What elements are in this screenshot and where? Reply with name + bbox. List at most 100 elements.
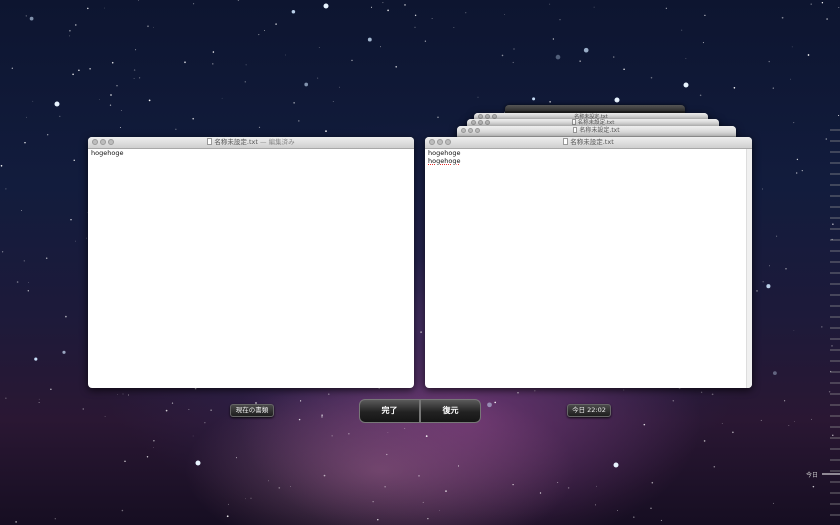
star	[278, 487, 281, 489]
star	[351, 59, 353, 62]
star	[124, 460, 126, 462]
star	[38, 402, 40, 404]
star	[117, 394, 118, 396]
star	[204, 422, 206, 424]
star	[623, 68, 625, 70]
time-machine-timeline[interactable]	[818, 0, 840, 525]
star	[431, 18, 433, 19]
star	[721, 423, 723, 424]
window-title-text: 名称未設定.txt	[570, 138, 614, 146]
window-titlebar[interactable]: 名称未設定.txt	[425, 137, 752, 149]
star	[732, 431, 734, 434]
star	[380, 46, 382, 48]
star	[59, 115, 61, 118]
star	[268, 480, 270, 482]
star	[45, 257, 48, 259]
restore-button[interactable]: 復元	[420, 399, 481, 423]
star	[702, 42, 704, 44]
star	[119, 127, 121, 129]
star	[685, 57, 687, 59]
star	[28, 281, 30, 283]
star	[793, 122, 795, 124]
star	[539, 492, 542, 494]
star	[116, 85, 118, 87]
star	[192, 435, 194, 437]
star	[796, 158, 799, 161]
document-line: hogehoge	[428, 149, 461, 157]
star	[781, 16, 784, 19]
star	[339, 86, 340, 88]
star	[762, 281, 764, 283]
star	[50, 388, 52, 390]
star	[756, 290, 758, 292]
star	[348, 433, 350, 435]
star	[377, 518, 379, 521]
backup-version-window[interactable]: 名称未設定.txt hogehoge hogehoge	[425, 137, 752, 388]
star	[552, 38, 555, 40]
star	[807, 54, 810, 56]
star	[559, 19, 561, 21]
bright-star	[683, 82, 689, 88]
star	[593, 6, 595, 8]
star	[250, 497, 252, 499]
star	[298, 418, 301, 421]
star	[766, 284, 771, 289]
star	[192, 117, 195, 120]
star	[111, 61, 114, 64]
star	[504, 14, 506, 15]
star	[595, 504, 596, 506]
star	[796, 172, 798, 174]
star	[146, 456, 149, 458]
star	[404, 4, 406, 6]
window-titlebar[interactable]: 名称未設定.txt — 編集済み	[88, 137, 414, 149]
star	[62, 350, 66, 354]
star	[54, 518, 56, 520]
star	[82, 408, 84, 410]
window-title: 名称未設定.txt	[457, 126, 736, 136]
star	[70, 219, 72, 221]
document-text-area[interactable]: hogehoge	[88, 149, 414, 159]
star	[153, 447, 154, 448]
star	[494, 401, 497, 404]
current-document-label: 現在の書類	[230, 404, 274, 417]
star	[318, 47, 320, 48]
document-text-area[interactable]: hogehoge hogehoge	[425, 149, 752, 166]
star	[323, 474, 326, 477]
star	[120, 110, 122, 111]
star	[212, 51, 215, 53]
bright-star	[323, 3, 329, 9]
star	[812, 485, 815, 488]
star	[227, 503, 229, 505]
star	[650, 507, 652, 509]
vertical-scrollbar[interactable]	[746, 149, 752, 388]
star	[0, 165, 3, 167]
star	[424, 40, 427, 42]
star	[104, 7, 105, 9]
star	[133, 78, 135, 80]
star	[122, 393, 124, 395]
star	[549, 101, 551, 103]
star	[133, 69, 136, 71]
text-document-icon	[207, 138, 213, 145]
star	[713, 465, 716, 468]
star	[768, 60, 770, 63]
document-line: hogehoge	[91, 149, 124, 157]
star	[321, 416, 323, 418]
star	[87, 7, 89, 10]
star	[549, 3, 551, 5]
current-document-window[interactable]: 名称未設定.txt — 編集済み hogehoge	[88, 137, 414, 388]
star	[372, 501, 374, 503]
star	[367, 37, 372, 42]
star	[69, 35, 71, 37]
star	[579, 60, 581, 62]
star	[672, 400, 675, 402]
star	[445, 490, 447, 492]
star	[75, 240, 76, 242]
star	[148, 99, 151, 102]
star	[487, 402, 492, 408]
star	[501, 54, 504, 57]
done-button[interactable]: 完了	[359, 399, 420, 423]
window-title-text: 名称未設定.txt	[579, 127, 620, 134]
star	[89, 68, 91, 70]
star	[26, 116, 27, 118]
